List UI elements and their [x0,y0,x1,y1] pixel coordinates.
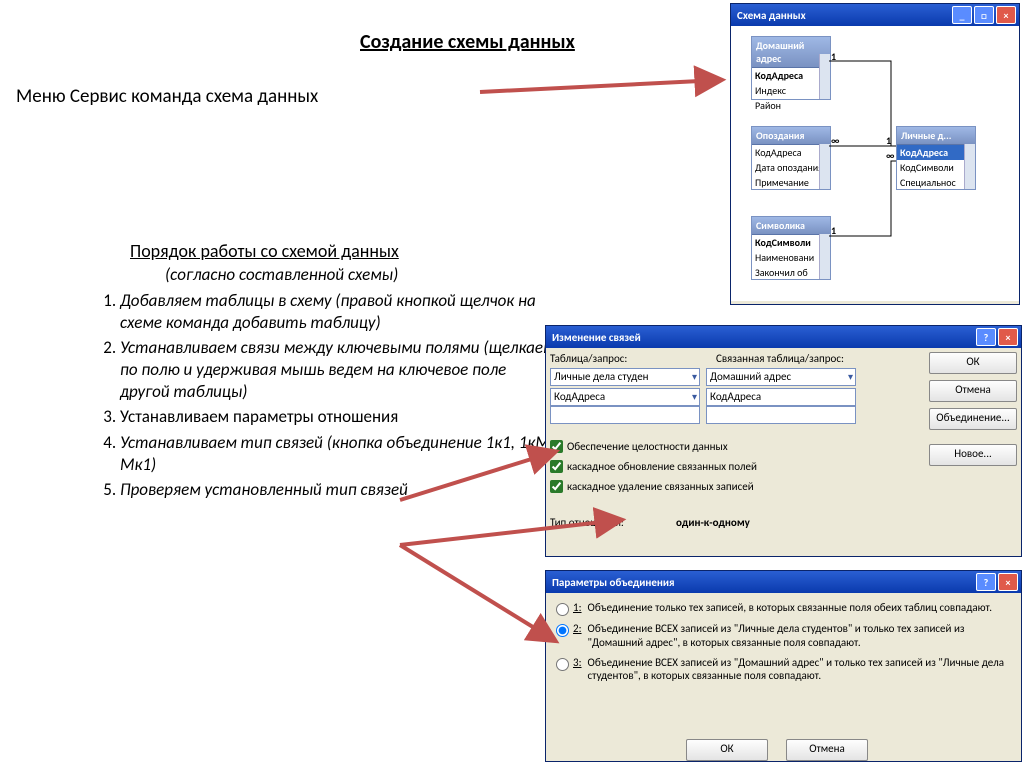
left-field-combo[interactable]: КодАдреса [550,388,700,406]
step-item: Устанавливаем тип связей (кнопка объедин… [120,432,554,475]
reltype-value: один-к-одному [676,516,750,529]
rel-mark: ∞ [831,134,839,147]
help-button[interactable]: ? [976,328,996,346]
rel-mark: ∞ [886,149,894,162]
menu-command-text: Меню Сервис команда схема данных [16,85,318,108]
join-title: Параметры объединения [552,576,675,589]
scrollbar[interactable] [819,144,830,189]
empty-cell[interactable] [706,406,856,424]
table-field[interactable]: Район [752,98,830,113]
scrollbar[interactable] [819,234,830,279]
schema-window: Схема данных _ □ × Домашний адрес КодАдр… [730,3,1020,305]
cancel-button[interactable]: Отмена [786,739,868,761]
table-combo[interactable]: Личные дела студен [550,368,700,386]
table-personal[interactable]: Личные д... КодАдреса КодСимволи Специал… [896,126,976,190]
close-button[interactable]: × [998,328,1018,346]
join-titlebar[interactable]: Параметры объединения ? × [546,571,1021,593]
join-options-dialog: Параметры объединения ? × 1:Объединение … [545,570,1022,762]
join-option-2[interactable]: 2:Объединение ВСЕХ записей из "Личные де… [556,622,1011,650]
new-button[interactable]: Новое... [929,444,1017,466]
join-button[interactable]: Объединение... [929,408,1017,430]
edit-titlebar[interactable]: Изменение связей ? × [546,326,1021,348]
table-title: Личные д... [897,127,975,145]
schema-canvas[interactable]: Домашний адрес КодАдреса Индекс Район Оп… [731,26,1019,301]
schema-title: Схема данных [737,9,806,22]
label-table: Таблица/запрос: [550,352,627,365]
table-title: Опоздания [752,127,830,145]
maximize-button[interactable]: □ [974,6,994,24]
page-title: Создание схемы данных [360,30,575,54]
table-home[interactable]: Домашний адрес КодАдреса Индекс Район [751,36,831,100]
edit-title: Изменение связей [552,331,641,344]
steps-list: Добавляем таблицы в схему (правой кнопко… [95,290,555,504]
scrollbar[interactable] [964,144,975,189]
step-item: Добавляем таблицы в схему (правой кнопко… [120,290,536,333]
step-item: Устанавливаем связи между ключевыми поля… [120,337,554,402]
check-cascade-delete[interactable]: каскадное удаление связанных записей [550,480,754,493]
label-reltype: Тип отношения: [550,516,624,529]
rel-mark: 1 [831,224,836,237]
cancel-button[interactable]: Отмена [929,380,1017,402]
check-integrity[interactable]: Обеспечение целостности данных [550,440,728,453]
step-item: Устанавливаем параметры отношения [120,406,398,427]
ok-button[interactable]: ОК [929,352,1017,374]
section-subhead: (согласно составленной схемы) [165,264,398,285]
rel-mark: 1 [886,134,891,147]
help-button[interactable]: ? [976,573,996,591]
scrollbar[interactable] [819,54,830,99]
section-heading: Порядок работы со схемой данных [130,240,399,262]
right-field-cell[interactable]: КодАдреса [706,388,856,406]
table-late[interactable]: Опоздания КодАдреса Дата опоздания Приме… [751,126,831,190]
related-combo[interactable]: Домашний адрес [706,368,856,386]
edit-relationships-dialog: Изменение связей ? × Таблица/запрос: Свя… [545,325,1022,557]
close-button[interactable]: × [998,573,1018,591]
table-sym[interactable]: Символика КодСимволи Наименовани Закончи… [751,216,831,280]
check-cascade-update[interactable]: каскадное обновление связанных полей [550,460,757,473]
ok-button[interactable]: ОК [686,739,768,761]
step-item: Проверяем установленный тип связей [120,479,408,500]
rel-mark: 1 [831,50,836,63]
close-button[interactable]: × [996,6,1016,24]
empty-cell[interactable] [550,406,700,424]
table-title: Символика [752,217,830,235]
join-option-3[interactable]: 3:Объединение ВСЕХ записей из "Домашний … [556,656,1011,684]
label-related: Связанная таблица/запрос: [716,352,844,365]
minimize-button[interactable]: _ [952,6,972,24]
join-option-1[interactable]: 1:Объединение только тех записей, в кото… [556,601,1011,616]
schema-titlebar[interactable]: Схема данных _ □ × [731,4,1019,26]
